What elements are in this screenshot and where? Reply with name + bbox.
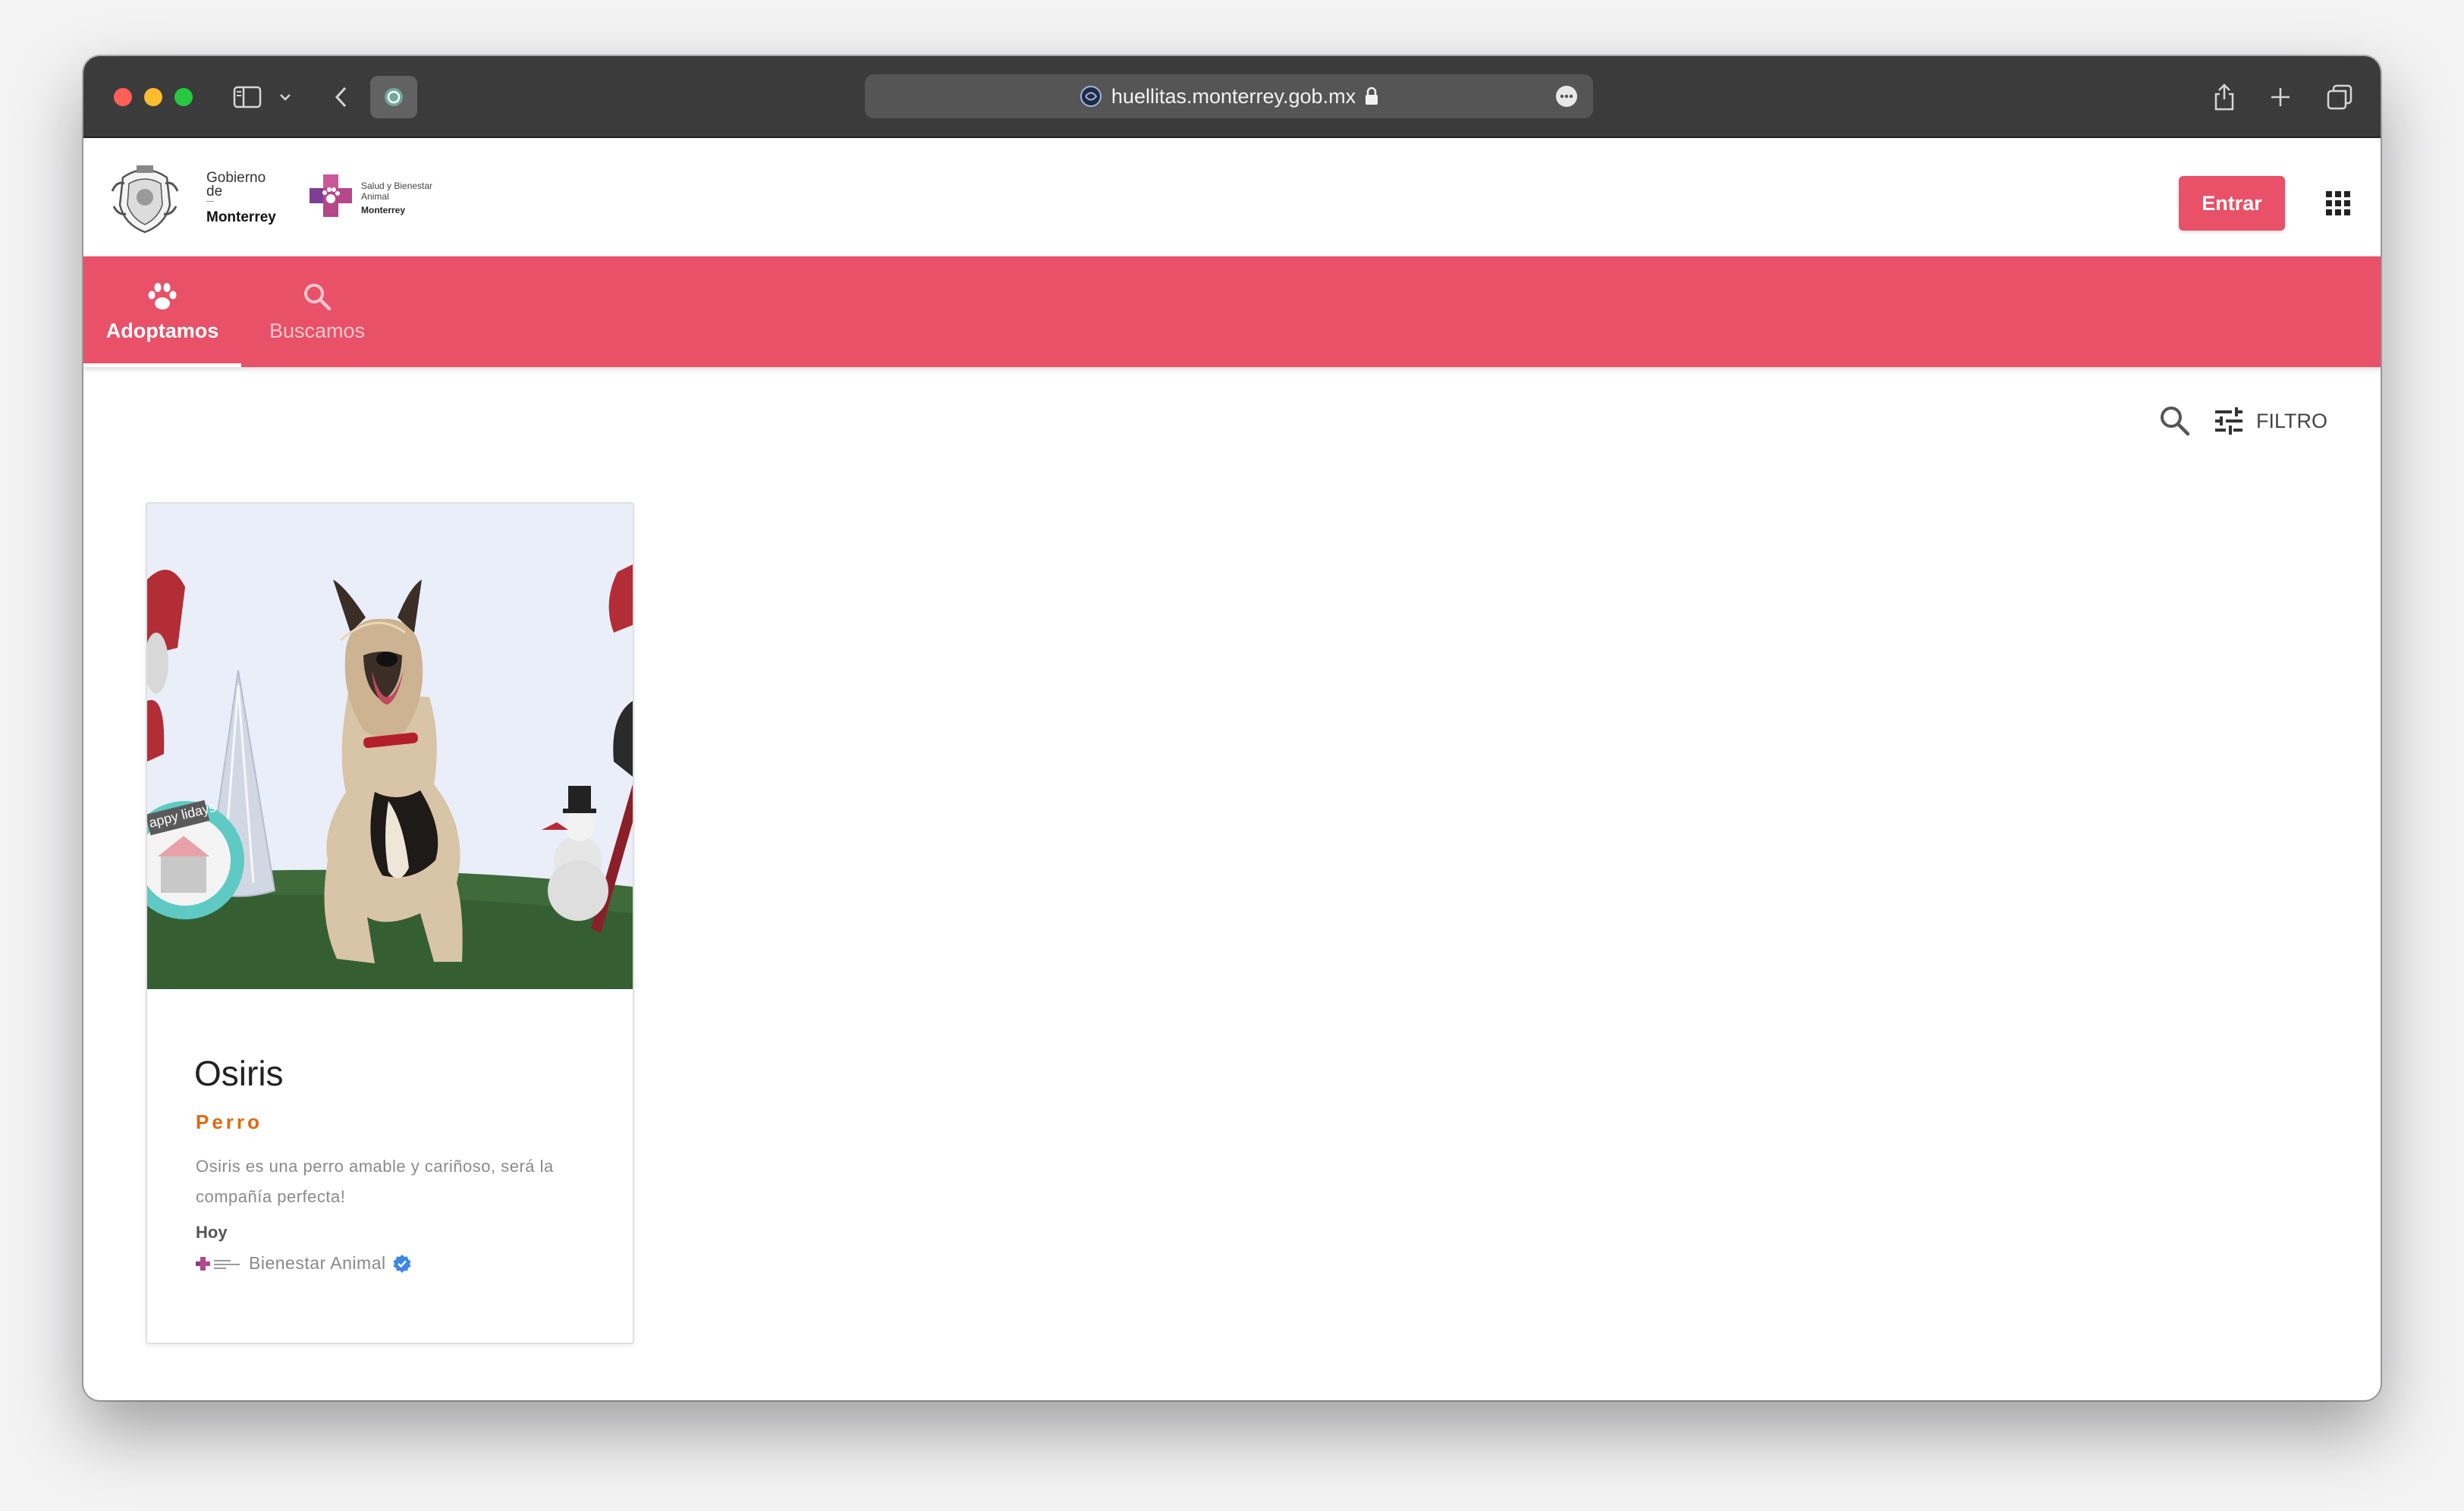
sba-logo-line-1: Salud y Bienestar bbox=[361, 181, 433, 191]
filter-button[interactable]: FILTRO bbox=[2214, 405, 2327, 437]
paw-icon bbox=[148, 282, 177, 309]
pet-name[interactable]: Osiris bbox=[194, 1053, 284, 1094]
organization-logo-icon bbox=[196, 1256, 240, 1271]
apps-grid-icon[interactable] bbox=[2324, 190, 2352, 217]
verified-badge-icon bbox=[393, 1254, 411, 1273]
bienestar-animal-logo[interactable] bbox=[308, 173, 354, 218]
back-icon[interactable] bbox=[325, 79, 358, 115]
search-icon[interactable] bbox=[2158, 404, 2191, 437]
browser-window: huellitas.monterrey.gob.mx Gobierno de —… bbox=[83, 56, 2381, 1400]
pet-description: Osiris es una perro amable y cariñoso, s… bbox=[196, 1157, 554, 1206]
pet-posted-time: Hoy bbox=[196, 1223, 228, 1242]
more-options-icon[interactable] bbox=[1555, 85, 1578, 108]
address-bar[interactable]: huellitas.monterrey.gob.mx bbox=[865, 74, 1593, 118]
pet-type: Perro bbox=[196, 1110, 262, 1133]
tab-adoptamos-label: Adoptamos bbox=[105, 319, 219, 342]
tune-icon bbox=[2215, 407, 2242, 435]
gov-logo-line-2: de bbox=[206, 184, 223, 199]
sidebar-toggle-icon[interactable] bbox=[231, 79, 264, 115]
monterrey-crest-logo[interactable] bbox=[108, 161, 182, 235]
gobierno-logo-text: Gobierno de — Monterrey bbox=[206, 171, 276, 225]
sba-logo-line-3: Monterrey bbox=[361, 205, 406, 215]
pet-photo[interactable]: appy lidays bbox=[147, 504, 633, 989]
filter-label: FILTRO bbox=[2256, 409, 2327, 432]
site-icon bbox=[1080, 86, 1102, 107]
site-header: Gobierno de — Monterrey Salud y Bienesta… bbox=[83, 138, 2381, 256]
extension-icon[interactable] bbox=[370, 76, 417, 118]
minimize-window-button[interactable] bbox=[144, 88, 162, 106]
tab-overview-icon[interactable] bbox=[2321, 79, 2358, 115]
new-tab-icon[interactable] bbox=[2264, 79, 2297, 115]
url-text: huellitas.monterrey.gob.mx bbox=[1111, 84, 1356, 108]
gov-logo-line-3: Monterrey bbox=[206, 209, 276, 225]
tab-adoptamos[interactable]: Adoptamos bbox=[83, 256, 241, 367]
tab-buscamos[interactable]: Buscamos bbox=[241, 256, 393, 367]
browser-toolbar: huellitas.monterrey.gob.mx bbox=[83, 56, 2381, 138]
tab-buscamos-label: Buscamos bbox=[269, 319, 366, 342]
login-button[interactable]: Entrar bbox=[2179, 176, 2285, 231]
close-window-button[interactable] bbox=[114, 88, 132, 106]
logo-divider: — bbox=[206, 197, 214, 206]
share-icon[interactable] bbox=[2208, 79, 2241, 115]
main-nav: Adoptamos Buscamos bbox=[83, 256, 2381, 367]
zoom-window-button[interactable] bbox=[174, 88, 193, 106]
pet-organization[interactable]: Bienestar Animal bbox=[196, 1253, 412, 1274]
organization-name: Bienestar Animal bbox=[249, 1253, 386, 1273]
search-icon bbox=[304, 283, 332, 310]
pet-card[interactable]: appy lidays Osiris Perro Osiris es una p… bbox=[146, 502, 634, 1344]
lock-icon bbox=[1366, 87, 1378, 105]
chevron-down-icon[interactable] bbox=[276, 79, 294, 115]
sba-logo-line-2: Animal bbox=[361, 191, 389, 202]
bienestar-animal-logo-text: Salud y Bienestar Animal Monterrey bbox=[361, 181, 432, 215]
